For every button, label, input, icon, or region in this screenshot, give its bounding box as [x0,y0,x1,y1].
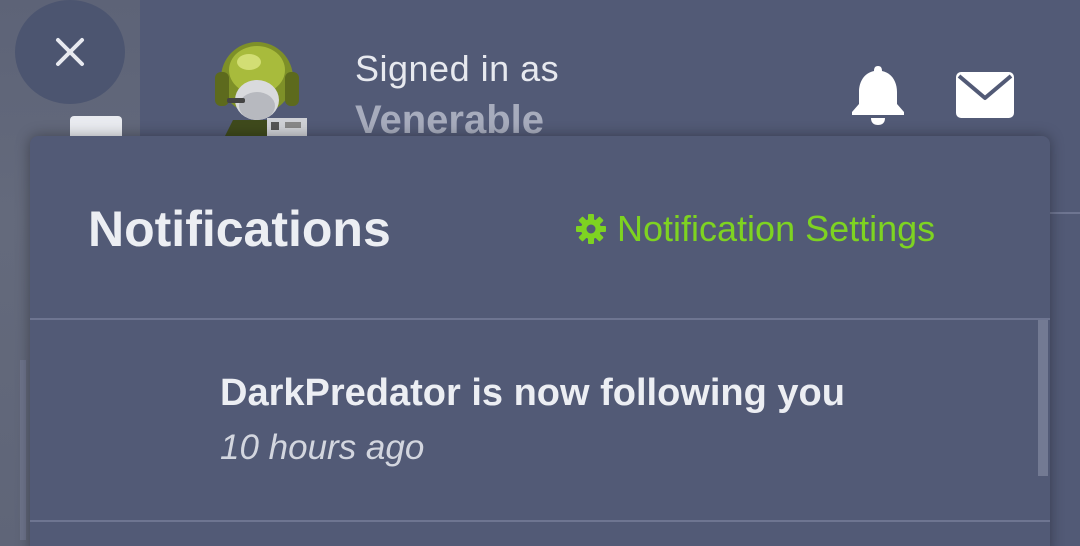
signed-in-label: Signed in as [355,48,560,89]
mail-icon [956,72,1014,118]
close-button[interactable] [15,0,125,104]
scrollbar[interactable] [1038,320,1048,476]
messages-button[interactable] [955,70,1015,120]
app-page: Signed in as Venerable Notifications Not… [0,0,1080,546]
notification-item[interactable]: DarkPredator is now following you 10 hou… [30,320,1038,520]
notification-settings-link[interactable]: Notification Settings [575,208,935,250]
background-edge [20,360,26,540]
notification-time: 10 hours ago [220,428,425,467]
notification-settings-label: Notification Settings [617,208,936,249]
item-divider [30,520,1050,522]
header-divider [1050,212,1080,214]
bell-icon [852,66,904,125]
panel-title: Notifications [88,201,391,257]
notifications-button[interactable] [848,62,908,126]
close-icon [56,38,84,66]
notifications-panel: Notifications Notification Settings Dark… [30,136,1050,546]
gear-icon [576,214,606,244]
avatar[interactable] [205,36,315,140]
notification-text: DarkPredator is now following you [220,372,845,414]
